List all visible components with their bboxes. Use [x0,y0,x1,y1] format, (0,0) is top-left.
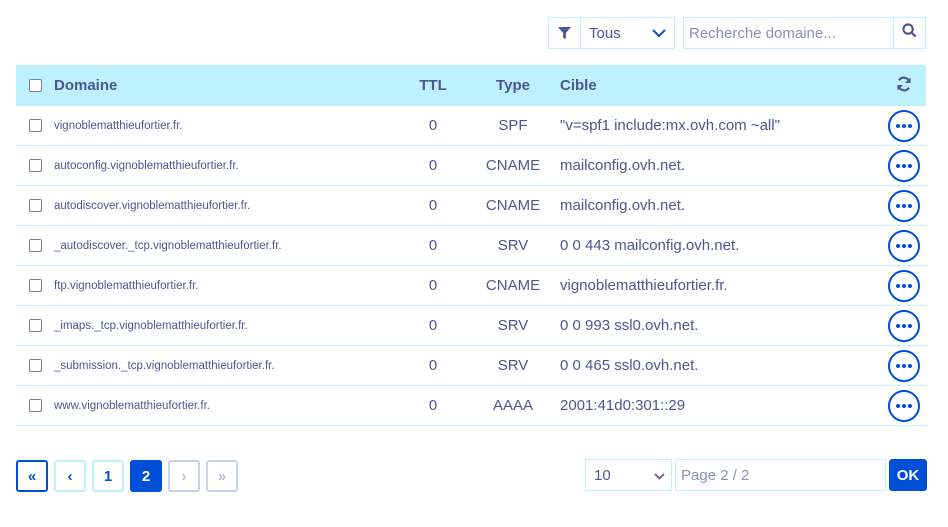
row-target: "v=spf1 include:mx.ovh.com ~all" [560,117,780,134]
table-row: autodiscover.vignoblematthieufortier.fr.… [16,186,926,226]
row-domain: ftp.vignoblematthieufortier.fr. [54,279,199,292]
row-target: mailconfig.ovh.net. [560,197,686,214]
row-checkbox[interactable] [28,159,42,172]
page-button-1[interactable]: 1 [92,460,124,492]
search-icon [902,23,917,43]
page-size-value: 10 [594,466,611,484]
row-type: CNAME [485,157,541,174]
table-row: autoconfig.vignoblematthieufortier.fr. 0… [16,146,926,186]
header-type[interactable]: Type [466,77,560,94]
row-actions-button[interactable] [888,309,920,342]
row-type: SRV [497,357,529,374]
table-header: Domaine TTL Type Cible [16,65,926,106]
refresh-icon[interactable] [896,76,912,96]
row-domain: autodiscover.vignoblematthieufortier.fr. [54,199,251,212]
row-domain: vignoblematthieufortier.fr. [54,119,183,132]
row-type: CNAME [485,197,541,214]
select-all-checkbox[interactable] [28,79,42,92]
search-input[interactable] [684,18,893,48]
page-number-input[interactable]: Page 2 / 2 [675,459,886,491]
row-checkbox[interactable] [28,119,42,132]
pagination: « ‹ 1 2 › » [16,460,244,492]
pagination-controls: 10 Page 2 / 2 OK [585,459,927,491]
row-domain: _autodiscover._tcp.vignoblematthieuforti… [54,239,282,252]
table-row: vignoblematthieufortier.fr. 0 SPF "v=spf… [16,106,926,146]
row-actions-button[interactable] [888,389,920,422]
ok-button[interactable]: OK [889,459,927,491]
row-ttl: 0 [428,237,438,254]
row-ttl: 0 [428,397,438,414]
row-actions-button[interactable] [888,109,920,142]
next-page-button[interactable]: › [168,460,200,492]
row-checkbox[interactable] [28,319,42,332]
chevron-down-icon [652,25,666,42]
row-target: 0 0 465 ssl0.ovh.net. [560,357,699,374]
filter-value: Tous [589,24,621,42]
header-target[interactable]: Cible [560,77,882,94]
row-ttl: 0 [428,197,438,214]
row-type: SPF [498,117,528,134]
table-row: ftp.vignoblematthieufortier.fr. 0 CNAME … [16,266,926,306]
row-target: vignoblematthieufortier.fr. [560,277,728,294]
row-domain: _submission._tcp.vignoblematthieufortier… [54,359,275,372]
prev-page-button[interactable]: ‹ [54,460,86,492]
table-row: _submission._tcp.vignoblematthieufortier… [16,346,926,386]
row-actions-button[interactable] [888,189,920,222]
row-target: 0 0 443 mailconfig.ovh.net. [560,237,740,254]
table-row: _imaps._tcp.vignoblematthieufortier.fr. … [16,306,926,346]
row-checkbox[interactable] [28,279,42,292]
row-checkbox[interactable] [28,199,42,212]
filter-icon[interactable] [549,18,581,48]
row-ttl: 0 [428,317,438,334]
row-target: mailconfig.ovh.net. [560,157,686,174]
toolbar: Tous [548,17,926,49]
row-target: 2001:41d0:301::29 [560,397,686,414]
page-size-select[interactable]: 10 [585,459,672,491]
row-ttl: 0 [428,357,438,374]
chevron-down-icon [654,467,665,484]
row-actions-button[interactable] [888,349,920,382]
header-ttl[interactable]: TTL [400,77,466,94]
row-type: SRV [497,237,529,254]
row-domain: autoconfig.vignoblematthieufortier.fr. [54,159,239,172]
row-domain: www.vignoblematthieufortier.fr. [54,399,210,412]
row-actions-button[interactable] [888,269,920,302]
row-type: CNAME [485,277,541,294]
table-row: _autodiscover._tcp.vignoblematthieuforti… [16,226,926,266]
filter-select[interactable]: Tous [581,18,674,48]
row-actions-button[interactable] [888,149,920,182]
type-filter[interactable]: Tous [548,17,675,49]
last-page-button[interactable]: » [206,460,238,492]
search-button[interactable] [893,18,925,48]
row-target: 0 0 993 ssl0.ovh.net. [560,317,699,334]
table-row: www.vignoblematthieufortier.fr. 0 AAAA 2… [16,386,926,426]
row-ttl: 0 [428,277,438,294]
row-type: SRV [497,317,529,334]
row-type: AAAA [492,397,534,414]
header-domain[interactable]: Domaine [54,77,400,94]
row-ttl: 0 [428,157,438,174]
dns-zone-table: Domaine TTL Type Cible vignoblematthieuf… [16,65,926,426]
page-button-2[interactable]: 2 [130,460,162,492]
first-page-button[interactable]: « [16,460,48,492]
row-checkbox[interactable] [28,399,42,412]
row-actions-button[interactable] [888,229,920,262]
search-group [683,17,926,49]
row-checkbox[interactable] [28,359,42,372]
row-ttl: 0 [428,117,438,134]
row-checkbox[interactable] [28,239,42,252]
row-domain: _imaps._tcp.vignoblematthieufortier.fr. [54,319,248,332]
